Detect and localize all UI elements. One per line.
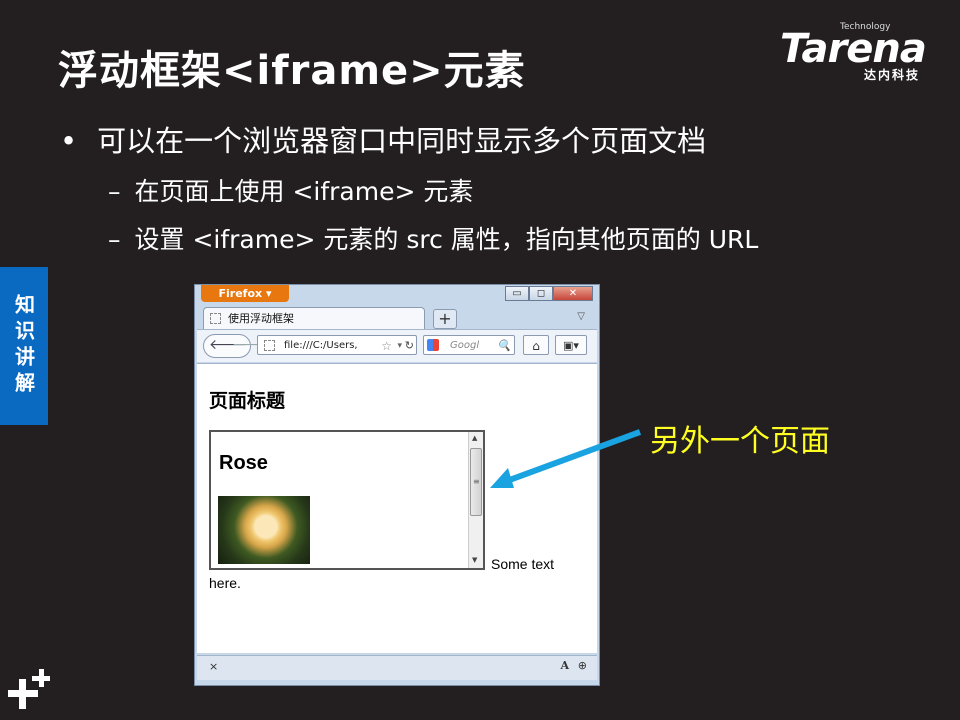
bullet-sub-1: – 在页面上使用 <iframe> 元素: [108, 172, 473, 208]
tab-list-chevron-icon[interactable]: ▽: [577, 311, 585, 322]
callout-arrow-icon: [490, 429, 642, 488]
bullet-dot: •: [60, 124, 78, 158]
new-tab-button[interactable]: +: [433, 309, 457, 329]
plus-mark-icon: [8, 666, 52, 714]
side-tab-knowledge: 知识讲解: [0, 267, 48, 425]
scroll-up-icon[interactable]: ▲: [472, 434, 477, 442]
bullet-dash: –: [108, 225, 121, 254]
url-text: file:///C:/Users,: [284, 340, 358, 351]
bullet-sub-1-text: 在页面上使用 <iframe> 元素: [134, 177, 474, 206]
bullet-main: • 可以在一个浏览器窗口中同时显示多个页面文档: [60, 118, 706, 160]
bullet-sub-2-text: 设置 <iframe> 元素的 src 属性，指向其他页面的 URL: [134, 225, 759, 254]
iframe-heading: Rose: [219, 452, 268, 474]
status-bar: × A ⊕: [197, 655, 597, 680]
search-placeholder: Googl: [450, 340, 480, 351]
zoom-icon[interactable]: ⊕: [578, 659, 587, 672]
bullet-main-text: 可以在一个浏览器窗口中同时显示多个页面文档: [97, 124, 707, 158]
page-icon: [264, 340, 275, 351]
bullet-sub-2: – 设置 <iframe> 元素的 src 属性，指向其他页面的 URL: [108, 220, 758, 256]
page-icon: [210, 313, 221, 324]
font-icon[interactable]: A: [560, 659, 569, 672]
close-icon[interactable]: ×: [209, 660, 218, 673]
iframe-frame[interactable]: Rose ▲ ≡ ▼: [209, 430, 485, 570]
text-wrapped: here.: [209, 575, 241, 591]
url-dropdown-icon[interactable]: ▾: [397, 336, 402, 354]
google-icon[interactable]: [427, 339, 439, 351]
callout-text: 另外一个页面: [650, 424, 830, 459]
search-icon[interactable]: 🔍: [497, 336, 511, 356]
firefox-menu-button[interactable]: Firefox ▾: [201, 285, 289, 302]
navigation-toolbar: 🡐 🡒 file:///C:/Users, ☆ ▾ ↻ Googl 🔍 ⌂ ▣▾: [197, 329, 597, 362]
home-icon[interactable]: ⌂: [523, 335, 549, 355]
close-window-button[interactable]: ✕: [553, 286, 593, 301]
slide-title: 浮动框架<iframe>元素: [58, 48, 526, 94]
bookmark-icon[interactable]: ▣▾: [555, 335, 587, 355]
text-after-iframe: Some text: [491, 556, 555, 572]
minimize-button[interactable]: ▭: [505, 286, 529, 301]
browser-tab[interactable]: 使用浮动框架: [203, 307, 425, 329]
rose-image: [218, 496, 310, 564]
logo-subtitle: 达内科技: [864, 68, 921, 82]
back-forward-buttons: 🡐 🡒: [203, 334, 270, 358]
scroll-down-icon[interactable]: ▼: [472, 556, 477, 564]
side-tab-label: 知识讲解: [11, 294, 36, 398]
url-input[interactable]: file:///C:/Users, ☆ ▾ ↻: [257, 335, 417, 355]
page-heading: 页面标题: [209, 390, 286, 412]
tarena-logo: Technology Tarena 达内科技: [780, 22, 950, 82]
page-content: 页面标题 Rose ▲ ≡ ▼ Some text here.: [197, 363, 597, 653]
window-controls: ▭ ◻ ✕: [505, 286, 593, 301]
star-icon[interactable]: ☆: [381, 336, 392, 354]
tab-title: 使用浮动框架: [228, 312, 294, 325]
reload-icon[interactable]: ↻: [405, 336, 414, 354]
search-input[interactable]: Googl 🔍: [423, 335, 515, 355]
bullet-dash: –: [108, 177, 121, 206]
maximize-button[interactable]: ◻: [529, 286, 553, 301]
